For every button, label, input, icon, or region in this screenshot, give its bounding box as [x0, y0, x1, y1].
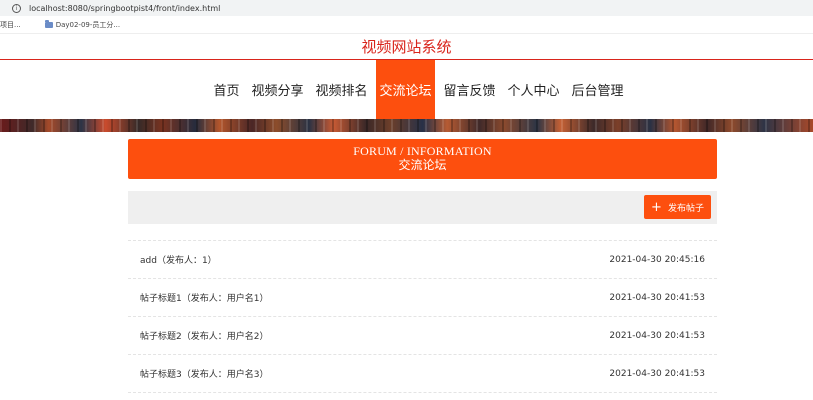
forum-container: FORUM / INFORMATION 交流论坛 + 发布帖子 add（发布人：…: [128, 139, 717, 393]
post-row[interactable]: 帖子标题2（发布人：用户名2） 2021-04-30 20:41:53: [128, 317, 717, 355]
post-time: 2021-04-30 20:41:53: [609, 292, 705, 303]
forum-heading-cn: 交流论坛: [398, 158, 447, 172]
post-title: 帖子标题2（发布人：用户名2）: [140, 332, 269, 342]
site-title: 视频网站系统: [361, 38, 452, 56]
post-list: add（发布人：1） 2021-04-30 20:45:16 帖子标题1（发布人…: [128, 240, 717, 393]
main-nav: 首页 视频分享 视频排名 交流论坛 留言反馈 个人中心 后台管理: [0, 60, 813, 119]
post-time: 2021-04-30 20:41:53: [609, 330, 705, 341]
post-time: 2021-04-30 20:41:53: [609, 368, 705, 379]
nav-item-video-rank[interactable]: 视频排名: [309, 60, 373, 119]
bookmark-item[interactable]: Day02-09-员工分...: [44, 19, 121, 30]
plus-icon: +: [651, 199, 662, 215]
bookmark-label: Day02-09-员工分...: [55, 20, 121, 29]
nav-item-user-center[interactable]: 个人中心: [502, 60, 566, 119]
post-title: add（发布人：1）: [140, 256, 217, 266]
post-title: 帖子标题1（发布人：用户名1）: [140, 294, 269, 304]
bookmarks-bar: 项目... Day02-09-员工分...: [0, 16, 813, 34]
banner-image: [0, 119, 813, 132]
post-row[interactable]: 帖子标题3（发布人：用户名3） 2021-04-30 20:41:53: [128, 355, 717, 393]
post-row[interactable]: add（发布人：1） 2021-04-30 20:45:16: [128, 241, 717, 279]
nav-item-forum[interactable]: 交流论坛: [376, 60, 435, 119]
nav-item-admin[interactable]: 后台管理: [566, 60, 630, 119]
folder-icon: [44, 19, 53, 28]
url-text: localhost:8080/springbootpist4/front/ind…: [29, 3, 221, 13]
bookmark-item[interactable]: 项目...: [0, 20, 21, 30]
nav-item-feedback[interactable]: 留言反馈: [438, 60, 502, 119]
new-post-label: 发布帖子: [667, 203, 704, 214]
forum-toolbar: + 发布帖子: [128, 191, 717, 224]
post-time: 2021-04-30 20:45:16: [609, 254, 705, 265]
address-bar[interactable]: i localhost:8080/springbootpist4/front/i…: [0, 0, 813, 16]
new-post-button[interactable]: + 发布帖子: [644, 195, 711, 219]
forum-heading-en: FORUM / INFORMATION: [353, 144, 492, 158]
forum-heading: FORUM / INFORMATION 交流论坛: [128, 139, 717, 179]
nav-item-home[interactable]: 首页: [207, 60, 245, 119]
bookmark-label: 项目...: [0, 20, 21, 29]
nav-item-video-share[interactable]: 视频分享: [245, 60, 309, 119]
site-info-icon[interactable]: i: [12, 3, 21, 13]
post-title: 帖子标题3（发布人：用户名3）: [140, 370, 269, 380]
post-row[interactable]: 帖子标题1（发布人：用户名1） 2021-04-30 20:41:53: [128, 279, 717, 317]
